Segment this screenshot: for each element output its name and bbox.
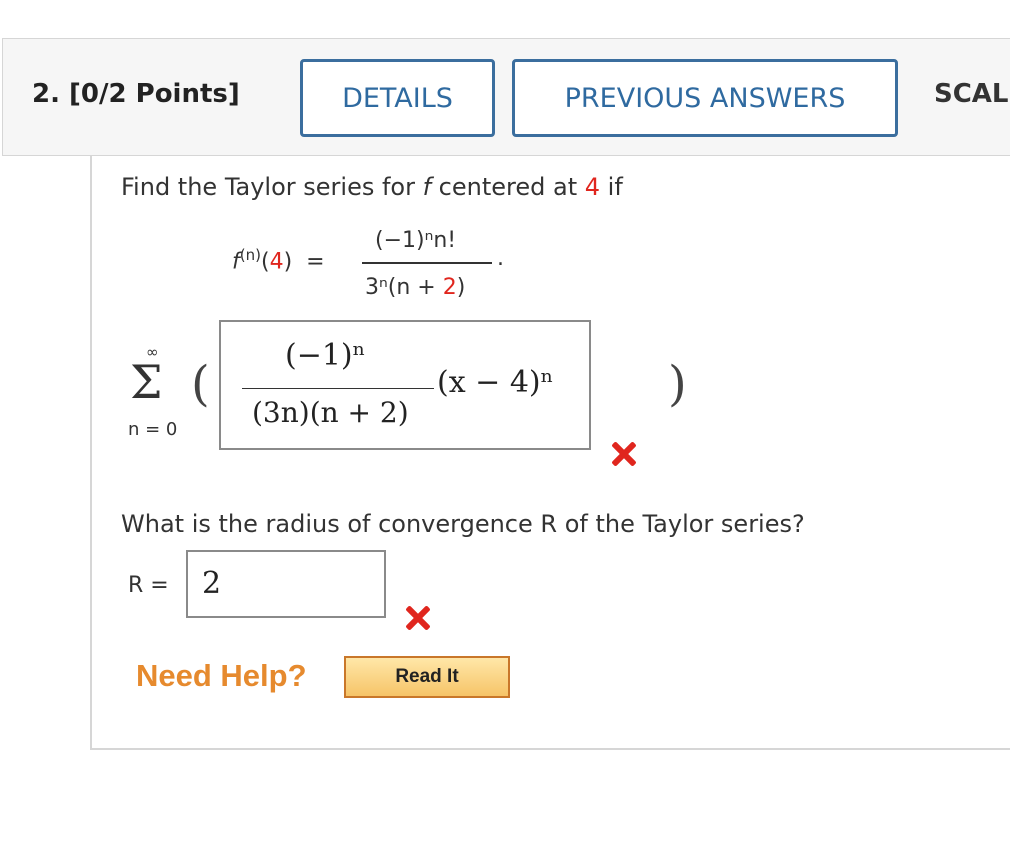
answer-factor: (x − 4)ⁿ: [437, 365, 554, 400]
need-help-label: Need Help?: [136, 658, 307, 693]
radius-incorrect-icon: [404, 605, 430, 631]
center-value: 4: [584, 173, 601, 201]
close-paren: ): [668, 356, 687, 412]
open-paren: (: [191, 356, 210, 412]
formula-period: .: [497, 246, 504, 271]
sum-lower-limit: n = 0: [128, 419, 178, 440]
intro-before: Find the Taylor series for: [121, 173, 423, 201]
denominator-suffix: ): [456, 275, 466, 300]
radius-question: What is the radius of convergence R of t…: [121, 510, 805, 538]
scalar-button[interactable]: SCAL: [934, 79, 1009, 109]
lhs-f: f: [232, 249, 240, 275]
f-symbol: f: [422, 173, 432, 201]
previous-answers-button[interactable]: PREVIOUS ANSWERS: [512, 59, 898, 137]
formula-numerator: (−1)ⁿn!: [375, 228, 457, 253]
formula-fraction-bar: [362, 262, 492, 264]
intro-middle: centered at: [431, 173, 585, 201]
radius-label: R =: [128, 573, 169, 598]
series-incorrect-icon: [610, 441, 636, 467]
formula-lhs: f(n)(4) =: [232, 246, 325, 275]
read-it-button[interactable]: Read It: [344, 656, 510, 698]
lhs-superscript: (n): [239, 246, 261, 264]
denominator-prefix: 3ⁿ(n +: [365, 275, 443, 300]
question-label: 2. [0/2 Points]: [32, 79, 240, 109]
formula-denominator: 3ⁿ(n + 2): [365, 275, 465, 300]
answer-numerator: (−1)ⁿ: [285, 338, 366, 373]
radius-input[interactable]: 2: [186, 550, 386, 618]
answer-denominator: (3n)(n + 2): [252, 396, 409, 429]
lhs-argument: 4: [269, 249, 284, 275]
answer-fraction-bar: [242, 388, 434, 389]
details-button[interactable]: DETAILS: [300, 59, 495, 137]
sigma-symbol: Σ: [130, 355, 163, 409]
problem-statement: Find the Taylor series for f centered at…: [121, 173, 623, 201]
denominator-red: 2: [442, 275, 457, 300]
intro-after: if: [600, 173, 623, 201]
